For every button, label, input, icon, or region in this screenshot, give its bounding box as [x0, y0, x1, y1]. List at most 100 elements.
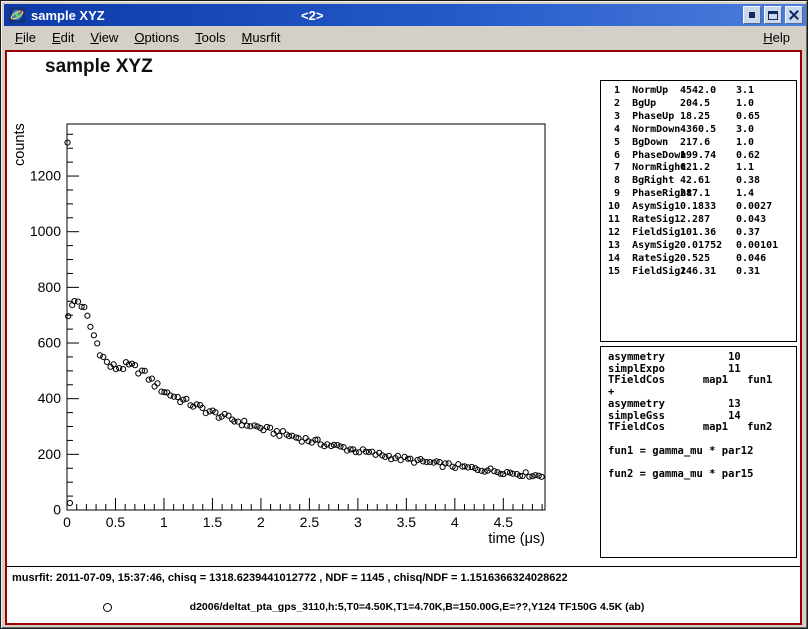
param-value: 0.1833	[680, 201, 736, 214]
svg-text:1000: 1000	[30, 223, 61, 239]
menu-help[interactable]: Help	[755, 27, 798, 48]
menubar: FileEditViewOptionsToolsMusrfit Help	[4, 26, 806, 49]
window-title: sample XYZ	[31, 8, 105, 23]
param-row: 9 PhaseRight287.11.4	[608, 188, 796, 201]
minimize-button[interactable]	[743, 6, 761, 24]
param-name: 7 NormRight	[608, 162, 680, 175]
menu-view[interactable]: View	[82, 27, 126, 48]
fit-info-text: musrfit: 2011-07-09, 15:37:46, chisq = 1…	[12, 572, 568, 584]
param-row: 13 AsymSig20.017520.00101	[608, 240, 796, 253]
param-name: 11 RateSig1	[608, 214, 680, 227]
param-value: 18.25	[680, 111, 736, 124]
param-value: 287.1	[680, 188, 736, 201]
svg-text:1: 1	[160, 514, 168, 530]
param-error: 3.0	[736, 124, 796, 137]
param-value: 204.5	[680, 98, 736, 111]
menu-tools[interactable]: Tools	[187, 27, 233, 48]
param-name: 2 BgUp	[608, 98, 680, 111]
param-value: 621.2	[680, 162, 736, 175]
param-error: 0.046	[736, 253, 796, 266]
svg-text:400: 400	[38, 390, 62, 406]
param-value: 101.36	[680, 227, 736, 240]
param-name: 9 PhaseRight	[608, 188, 680, 201]
param-name: 10 AsymSig1	[608, 201, 680, 214]
titlebar-buttons	[743, 6, 803, 24]
svg-text:1.5: 1.5	[203, 514, 223, 530]
menu-musrfit[interactable]: Musrfit	[234, 27, 289, 48]
legend-label: d2006/deltat_pta_gps_3110,h:5,T0=4.50K,T…	[137, 601, 697, 613]
x-axis-title: time (μs)	[488, 531, 545, 547]
app-icon	[9, 7, 25, 23]
param-value: 217.6	[680, 137, 736, 150]
param-error: 1.0	[736, 137, 796, 150]
param-error: 0.31	[736, 266, 796, 279]
param-row: 8 BgRight42.610.38	[608, 175, 796, 188]
param-error: 0.0027	[736, 201, 796, 214]
param-row: 10 AsymSig10.18330.0027	[608, 201, 796, 214]
param-error: 0.37	[736, 227, 796, 240]
theory-line: asymmetry 10	[608, 352, 796, 364]
param-error: 0.65	[736, 111, 796, 124]
param-row: 1 NormUp4542.03.1	[608, 85, 796, 98]
menu-edit[interactable]: Edit	[44, 27, 82, 48]
y-axis-title: counts	[12, 123, 28, 166]
param-value: 4542.0	[680, 85, 736, 98]
param-row: 12 FieldSig1101.360.37	[608, 227, 796, 240]
param-name: 14 RateSig2	[608, 253, 680, 266]
fit-parameters-box[interactable]: 1 NormUp4542.03.1 2 BgUp204.51.0 3 Phase…	[600, 80, 797, 342]
svg-text:4: 4	[451, 514, 459, 530]
param-row: 2 BgUp204.51.0	[608, 98, 796, 111]
param-name: 6 PhaseDown	[608, 150, 680, 163]
param-row: 14 RateSig20.5250.046	[608, 253, 796, 266]
svg-text:3: 3	[354, 514, 362, 530]
menu-file[interactable]: File	[7, 27, 44, 48]
minimize-icon	[749, 12, 755, 18]
theory-line	[608, 434, 796, 446]
param-error: 1.0	[736, 98, 796, 111]
param-name: 5 BgDown	[608, 137, 680, 150]
maximize-button[interactable]	[764, 6, 782, 24]
legend-marker-circle	[103, 603, 112, 612]
param-row: 3 PhaseUp18.250.65	[608, 111, 796, 124]
axis-labels: 02004006008001000120000.511.522.533.544.…	[12, 123, 545, 547]
svg-text:4.5: 4.5	[494, 514, 514, 530]
param-name: 1 NormUp	[608, 85, 680, 98]
theory-line: TFieldCos map1 fun1	[608, 375, 796, 387]
svg-text:600: 600	[38, 335, 62, 351]
svg-text:1200: 1200	[30, 168, 61, 184]
data-points	[65, 140, 544, 506]
svg-text:2: 2	[257, 514, 265, 530]
param-value: 4360.5	[680, 124, 736, 137]
param-error: 0.62	[736, 150, 796, 163]
theory-line: fun1 = gamma_mu * par12	[608, 446, 796, 458]
param-name: 4 NormDown	[608, 124, 680, 137]
close-button[interactable]	[785, 6, 803, 24]
maximize-icon	[768, 11, 778, 20]
param-name: 12 FieldSig1	[608, 227, 680, 240]
workspace-indicator: <2>	[301, 8, 323, 23]
param-error: 0.38	[736, 175, 796, 188]
param-error: 1.1	[736, 162, 796, 175]
param-error: 0.043	[736, 214, 796, 227]
svg-text:0: 0	[63, 514, 71, 530]
theory-line: fun2 = gamma_mu * par15	[608, 469, 796, 481]
svg-text:3.5: 3.5	[397, 514, 417, 530]
param-error: 1.4	[736, 188, 796, 201]
param-row: 11 RateSig12.2870.043	[608, 214, 796, 227]
param-value: 199.74	[680, 150, 736, 163]
param-value: 0.01752	[680, 240, 736, 253]
svg-text:800: 800	[38, 279, 62, 295]
close-icon	[789, 10, 799, 20]
root-canvas[interactable]: 02004006008001000120000.511.522.533.544.…	[5, 50, 802, 625]
theory-line: asymmetry 13	[608, 399, 796, 411]
titlebar[interactable]: sample XYZ <2>	[4, 4, 806, 26]
param-row: 5 BgDown217.61.0	[608, 137, 796, 150]
svg-text:2.5: 2.5	[300, 514, 320, 530]
app-window: sample XYZ <2> FileEditViewOptionsToolsM…	[0, 0, 808, 629]
param-name: 13 AsymSig2	[608, 240, 680, 253]
theory-box[interactable]: asymmetry 10simplExpo 11TFieldCos map1 f…	[600, 346, 797, 558]
param-name: 3 PhaseUp	[608, 111, 680, 124]
param-row: 4 NormDown4360.53.0	[608, 124, 796, 137]
svg-text:0.5: 0.5	[106, 514, 126, 530]
menu-options[interactable]: Options	[126, 27, 187, 48]
